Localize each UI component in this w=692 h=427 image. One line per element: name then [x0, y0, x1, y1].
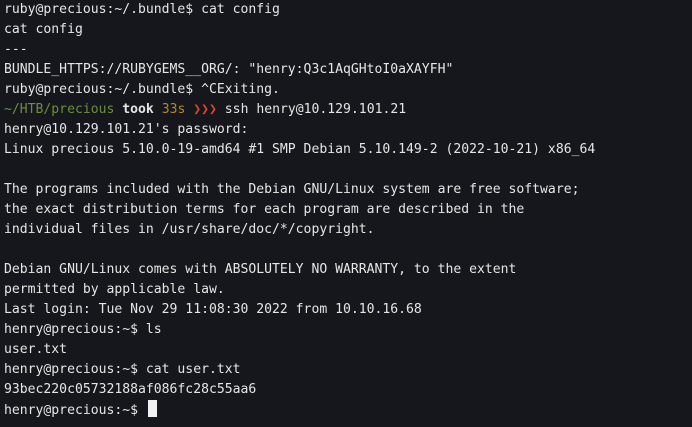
prompt-arrows-icon: ❯❯❯ — [193, 102, 217, 117]
terminal-line: Linux precious 5.10.0-19-amd64 #1 SMP De… — [4, 142, 596, 157]
terminal-line: 93bec220c05732188af086fc28c55aa6 — [4, 382, 257, 397]
terminal-line: Debian GNU/Linux comes with ABSOLUTELY N… — [4, 262, 517, 277]
terminal-line: The programs included with the Debian GN… — [4, 182, 580, 197]
terminal-line: the exact distribution terms for each pr… — [4, 202, 525, 217]
terminal-line: ruby@precious:~/.bundle$ ^CExiting. — [4, 82, 280, 97]
prompt-command: ssh henry@10.129.101.21 — [224, 102, 407, 117]
terminal-line: Last login: Tue Nov 29 11:08:30 2022 fro… — [4, 302, 422, 317]
terminal-line: individual files in /usr/share/doc/*/cop… — [4, 222, 375, 237]
cursor-block-icon — [147, 400, 157, 417]
terminal-line: ruby@precious:~/.bundle$ cat config — [4, 2, 280, 17]
terminal-line: henry@precious:~$ cat user.txt — [4, 362, 241, 377]
prompt-took-label: took — [122, 102, 154, 117]
terminal-line: henry@precious:~$ ls — [4, 322, 162, 337]
shell-prompt-line: ~/HTB/precious took 33s ❯❯❯ ssh henry@10… — [4, 100, 406, 120]
final-prompt: henry@precious:~$ — [4, 403, 146, 418]
prompt-duration: 33s — [161, 102, 186, 117]
terminal-line: BUNDLE_HTTPS://RUBYGEMS__ORG/: "henry:Q3… — [4, 62, 454, 77]
prompt-path: ~/HTB/precious — [4, 102, 115, 117]
terminal-line: cat config — [4, 22, 83, 37]
terminal-line: henry@10.129.101.21's password: — [4, 122, 249, 137]
terminal-window[interactable]: ruby@precious:~/.bundle$ cat config cat … — [0, 0, 692, 427]
final-prompt-line[interactable]: henry@precious:~$ — [4, 400, 157, 420]
terminal-line: --- — [4, 42, 28, 57]
terminal-line: permitted by applicable law. — [4, 282, 225, 297]
terminal-line: user.txt — [4, 342, 68, 357]
